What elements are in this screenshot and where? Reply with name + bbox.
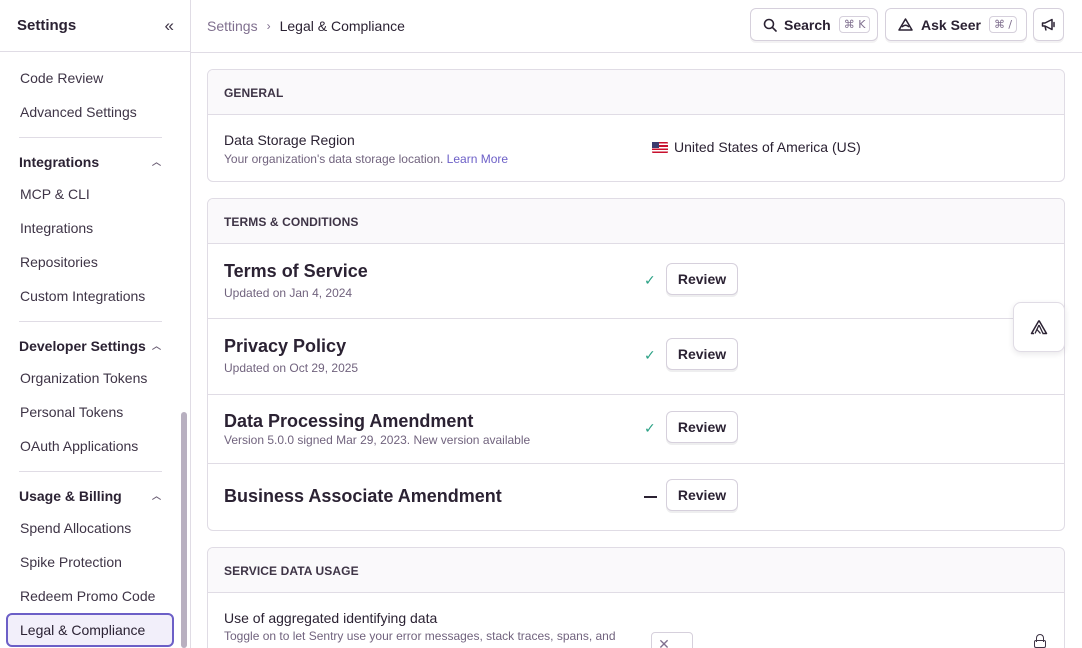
collapse-sidebar-icon[interactable]: « <box>165 17 174 34</box>
close-icon: ✕ <box>658 636 670 648</box>
breadcrumb-current: Legal & Compliance <box>279 18 405 34</box>
row-description: Updated on Jan 4, 2024 <box>224 286 353 300</box>
sidebar-item-oauth-applications[interactable]: OAuth Applications <box>20 438 138 454</box>
sidebar-item-code-review[interactable]: Code Review <box>20 70 103 86</box>
sidebar-item-integrations[interactable]: Integrations <box>20 220 93 236</box>
general-panel: GENERAL Data Storage Region Your organiz… <box>207 69 1065 182</box>
seer-floating-button[interactable] <box>1013 302 1065 352</box>
lock-icon <box>1034 634 1046 648</box>
row-description: Your organization's data storage locatio… <box>224 152 508 166</box>
sidebar-section-developer-settings[interactable]: Developer Settings ︿ <box>19 338 161 354</box>
sidebar-section-label: Developer Settings <box>19 338 146 354</box>
sidebar-section-label: Integrations <box>19 154 100 170</box>
sidebar-item-redeem-promo-code[interactable]: Redeem Promo Code <box>20 588 155 604</box>
ask-seer-shortcut: ⌘ / <box>988 16 1018 33</box>
data-storage-row: Data Storage Region Your organization's … <box>208 115 1064 181</box>
aggregated-data-toggle[interactable]: ✕ <box>651 632 693 648</box>
storage-region-value: United States of America (US) <box>652 139 861 155</box>
sidebar-item-personal-tokens[interactable]: Personal Tokens <box>20 404 123 420</box>
ask-seer-label: Ask Seer <box>921 16 981 33</box>
megaphone-icon <box>1041 18 1055 31</box>
ask-seer-button[interactable]: Ask Seer ⌘ / <box>885 8 1027 41</box>
review-button[interactable]: Review <box>666 338 738 370</box>
search-icon <box>763 18 777 32</box>
check-icon: ✓ <box>644 272 656 288</box>
row-description: Toggle on to let Sentry use your error m… <box>224 629 616 643</box>
terms-panel: TERMS & CONDITIONS Terms of Service Upda… <box>207 198 1065 531</box>
sidebar-title: Settings <box>17 17 77 34</box>
storage-region-text: United States of America (US) <box>674 139 861 155</box>
chevron-up-icon: ︿ <box>151 490 161 501</box>
row-title: Data Storage Region <box>224 132 355 148</box>
sidebar-section-integrations[interactable]: Integrations ︿ <box>19 154 161 170</box>
row-title: Business Associate Amendment <box>224 486 502 506</box>
review-button[interactable]: Review <box>666 263 738 295</box>
panel-header: GENERAL <box>208 70 1064 115</box>
row-title: Terms of Service <box>224 261 368 281</box>
review-button[interactable]: Review <box>666 411 738 443</box>
service-data-panel: SERVICE DATA USAGE Use of aggregated ide… <box>207 547 1065 648</box>
sidebar: Settings « Code Review Advanced Settings… <box>0 0 191 648</box>
sidebar-header: Settings « <box>0 0 190 52</box>
announcements-button[interactable] <box>1033 8 1064 41</box>
sidebar-section-label: Usage & Billing <box>19 488 122 504</box>
row-title: Use of aggregated identifying data <box>224 610 438 626</box>
terms-row: Terms of Service Updated on Jan 4, 2024 … <box>208 244 1064 319</box>
aggregated-data-row: Use of aggregated identifying data Toggl… <box>208 593 1064 648</box>
sidebar-divider <box>19 137 162 138</box>
learn-more-link[interactable]: Learn More <box>447 152 508 166</box>
breadcrumb-settings-link[interactable]: Settings <box>207 18 258 34</box>
sidebar-item-advanced-settings[interactable]: Advanced Settings <box>20 104 137 120</box>
topbar: Settings › Legal & Compliance Search ⌘ K… <box>191 0 1082 53</box>
chevron-up-icon: ︿ <box>151 156 161 167</box>
row-description-text: Your organization's data storage locatio… <box>224 152 444 166</box>
sidebar-item-legal-compliance[interactable]: Legal & Compliance <box>6 613 174 647</box>
check-icon: ✓ <box>644 347 656 363</box>
search-button[interactable]: Search ⌘ K <box>750 8 878 41</box>
row-title: Data Processing Amendment <box>224 411 474 431</box>
sidebar-divider <box>19 471 162 472</box>
sidebar-item-mcp-cli[interactable]: MCP & CLI <box>20 186 90 202</box>
sidebar-divider <box>19 321 162 322</box>
terms-row: Privacy Policy Updated on Oct 29, 2025 ✓… <box>208 319 1064 395</box>
review-button[interactable]: Review <box>666 479 738 511</box>
chevron-right-icon: › <box>266 19 271 33</box>
check-icon: ✓ <box>644 420 656 436</box>
dash-icon <box>644 496 657 498</box>
sidebar-scrollbar[interactable] <box>181 412 187 648</box>
panel-header: TERMS & CONDITIONS <box>208 199 1064 244</box>
row-title: Privacy Policy <box>224 336 347 356</box>
sidebar-item-spend-allocations[interactable]: Spend Allocations <box>20 520 131 536</box>
sidebar-item-custom-integrations[interactable]: Custom Integrations <box>20 288 145 304</box>
row-description: Updated on Oct 29, 2025 <box>224 361 359 375</box>
us-flag-icon <box>652 141 668 153</box>
panel-header: SERVICE DATA USAGE <box>208 548 1064 593</box>
chevron-up-icon: ︿ <box>151 340 161 351</box>
breadcrumb: Settings › Legal & Compliance <box>207 18 405 34</box>
sidebar-section-usage-billing[interactable]: Usage & Billing ︿ <box>19 488 161 504</box>
sentry-logo-icon <box>1030 320 1048 335</box>
seer-icon <box>898 18 913 31</box>
terms-row: Data Processing Amendment Version 5.0.0 … <box>208 395 1064 464</box>
sidebar-item-organization-tokens[interactable]: Organization Tokens <box>20 370 147 386</box>
search-label: Search <box>784 16 831 33</box>
sidebar-item-repositories[interactable]: Repositories <box>20 254 98 270</box>
sidebar-item-spike-protection[interactable]: Spike Protection <box>20 554 122 570</box>
row-description: Version 5.0.0 signed Mar 29, 2023. New v… <box>224 433 531 447</box>
terms-row: Business Associate Amendment Review <box>208 464 1064 530</box>
search-shortcut: ⌘ K <box>838 16 871 33</box>
